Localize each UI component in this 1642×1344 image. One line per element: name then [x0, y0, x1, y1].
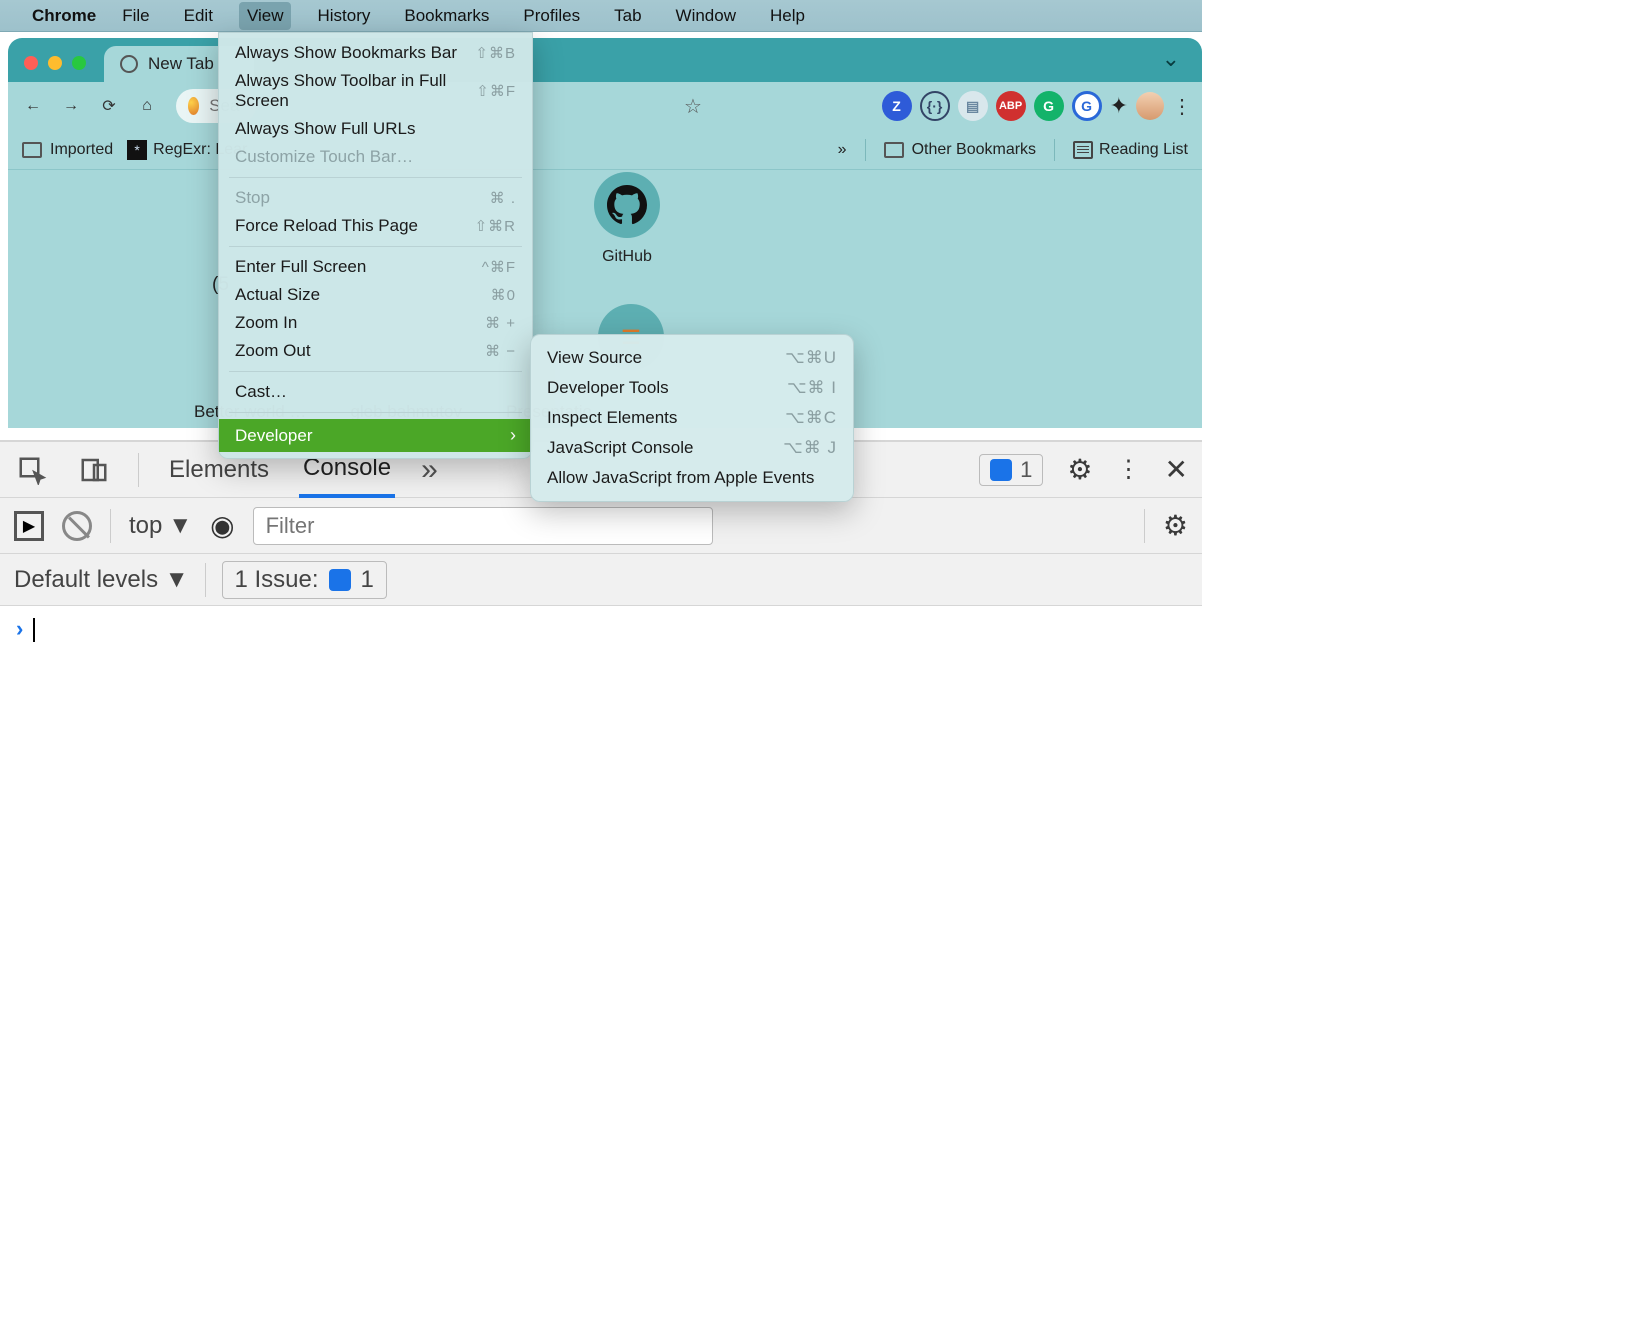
extensions-menu-icon[interactable]: ✦	[1110, 93, 1128, 119]
submenu-item[interactable]: View Source⌥⌘U	[531, 343, 853, 373]
tab-title: New Tab	[148, 54, 214, 74]
tab-strip: New Tab ⌄	[8, 38, 1202, 82]
minimize-window-button[interactable]	[48, 56, 62, 70]
menu-view[interactable]: View	[239, 2, 292, 30]
site-icon	[188, 97, 199, 115]
close-window-button[interactable]	[24, 56, 38, 70]
view-menu-dropdown: Always Show Bookmarks Bar⇧⌘BAlways Show …	[218, 32, 533, 459]
extension-grammarly-icon[interactable]: G	[1034, 91, 1064, 121]
issues-indicator[interactable]: 1 Issue: 1	[222, 561, 387, 599]
folder-icon	[884, 142, 904, 158]
home-button[interactable]: ⌂	[132, 91, 162, 121]
submenu-item[interactable]: Developer Tools⌥⌘ I	[531, 373, 853, 403]
menu-item: Customize Touch Bar…	[219, 143, 532, 171]
menu-item[interactable]: Zoom In⌘ +	[219, 309, 532, 337]
clear-console-icon[interactable]	[62, 511, 92, 541]
zoom-window-button[interactable]	[72, 56, 86, 70]
menu-window[interactable]: Window	[668, 2, 744, 30]
settings-gear-icon[interactable]: ⚙	[1067, 453, 1092, 486]
separator	[1054, 139, 1055, 161]
toggle-drawer-icon[interactable]: ▶	[14, 511, 44, 541]
browser-toolbar: ← → ⟳ ⌂ ☆ Z {·} ▤ ABP G G ✦ ⋮	[8, 82, 1202, 130]
text-cursor	[33, 618, 35, 642]
chat-icon	[990, 459, 1012, 481]
console-prompt-icon: ›	[16, 616, 23, 641]
bookmarks-bar: Imported * RegExr: Lear » Other Bookmark…	[8, 130, 1202, 170]
bookmark-star-icon[interactable]: ☆	[684, 94, 702, 119]
menu-item[interactable]: Developer›	[219, 419, 532, 452]
extension-json-icon[interactable]: {·}	[920, 91, 950, 121]
menu-item[interactable]: Force Reload This Page⇧⌘R	[219, 212, 532, 240]
log-levels-selector[interactable]: Default levels ▼	[14, 566, 189, 594]
menu-item[interactable]: Always Show Full URLs	[219, 115, 532, 143]
menu-history[interactable]: History	[309, 2, 378, 30]
inspect-element-icon[interactable]	[14, 452, 50, 488]
developer-submenu: View Source⌥⌘UDeveloper Tools⌥⌘ IInspect…	[530, 334, 854, 502]
github-icon	[594, 172, 660, 238]
menu-item[interactable]: Actual Size⌘0	[219, 281, 532, 309]
console-toolbar: ▶ top ▼ ◉ ⚙	[0, 498, 1202, 554]
shortcut-label: GitHub	[602, 248, 652, 266]
live-expression-icon[interactable]: ◉	[210, 509, 234, 542]
regexr-icon: *	[127, 140, 147, 160]
submenu-item[interactable]: Inspect Elements⌥⌘C	[531, 403, 853, 433]
globe-icon	[120, 55, 138, 73]
separator	[865, 139, 866, 161]
submenu-item[interactable]: JavaScript Console⌥⌘ J	[531, 433, 853, 463]
chevron-down-icon: ▼	[168, 512, 192, 540]
extension-zotero-icon[interactable]: Z	[882, 91, 912, 121]
filter-input[interactable]	[266, 513, 700, 539]
shortcut-github[interactable]: GitHub	[594, 172, 660, 266]
window-controls	[16, 56, 94, 82]
console-status-bar: Default levels ▼ 1 Issue: 1	[0, 554, 1202, 606]
console-output[interactable]: ›	[0, 606, 1202, 746]
menu-help[interactable]: Help	[762, 2, 813, 30]
macos-menubar: Chrome File Edit View History Bookmarks …	[0, 0, 1202, 32]
separator	[138, 453, 139, 487]
other-bookmarks[interactable]: Other Bookmarks	[884, 141, 1036, 159]
profile-avatar[interactable]	[1136, 92, 1164, 120]
separator	[110, 509, 111, 543]
close-devtools-button[interactable]: ✕	[1165, 453, 1188, 486]
submenu-item[interactable]: Allow JavaScript from Apple Events	[531, 463, 853, 493]
console-settings-icon[interactable]: ⚙	[1163, 509, 1188, 542]
app-name[interactable]: Chrome	[32, 6, 96, 26]
console-filter[interactable]	[253, 507, 713, 545]
menu-item[interactable]: Zoom Out⌘ −	[219, 337, 532, 365]
extensions-area: Z {·} ▤ ABP G G ✦ ⋮	[882, 91, 1192, 121]
bookmark-folder-imported[interactable]: Imported	[22, 141, 113, 159]
menu-file[interactable]: File	[114, 2, 157, 30]
menu-edit[interactable]: Edit	[176, 2, 221, 30]
issues-badge[interactable]: 1	[979, 454, 1043, 486]
extension-doc-icon[interactable]: ▤	[958, 91, 988, 121]
devtools-menu-button[interactable]: ⋮	[1117, 455, 1141, 484]
list-icon	[1073, 141, 1093, 159]
context-selector[interactable]: top ▼	[129, 512, 192, 540]
device-toggle-icon[interactable]	[76, 452, 112, 488]
separator	[1144, 509, 1145, 543]
chat-icon	[329, 569, 351, 591]
folder-icon	[22, 142, 42, 158]
bookmarks-overflow[interactable]: »	[838, 141, 847, 159]
chrome-menu-button[interactable]: ⋮	[1172, 94, 1192, 119]
menu-item[interactable]: Cast…	[219, 378, 532, 406]
extension-assistant-icon[interactable]: G	[1072, 91, 1102, 121]
back-button[interactable]: ←	[18, 91, 48, 121]
menu-item[interactable]: Always Show Toolbar in Full Screen⇧⌘F	[219, 67, 532, 115]
menu-bookmarks[interactable]: Bookmarks	[396, 2, 497, 30]
reload-button[interactable]: ⟳	[94, 91, 124, 121]
menu-profiles[interactable]: Profiles	[515, 2, 588, 30]
menu-item[interactable]: Enter Full Screen^⌘F	[219, 253, 532, 281]
reading-list[interactable]: Reading List	[1073, 141, 1188, 159]
tab-overflow-button[interactable]: ⌄	[1148, 36, 1194, 82]
forward-button[interactable]: →	[56, 91, 86, 121]
menu-item: Stop⌘ .	[219, 184, 532, 212]
menu-tab[interactable]: Tab	[606, 2, 649, 30]
separator	[205, 563, 206, 597]
extension-adblock-icon[interactable]: ABP	[996, 91, 1026, 121]
menu-item[interactable]: Always Show Bookmarks Bar⇧⌘B	[219, 39, 532, 67]
